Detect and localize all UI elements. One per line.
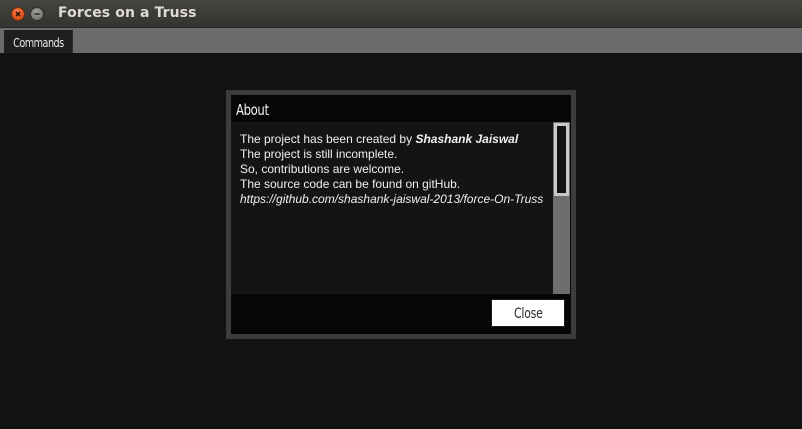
- close-button[interactable]: Close: [491, 299, 565, 327]
- close-icon: [15, 11, 21, 17]
- author-name: Shashank Jaiswal: [415, 132, 519, 146]
- github-link[interactable]: https://github.com/shashank-jaiswal-2013…: [240, 192, 543, 207]
- about-dialog-panel: About The project has been created by Sh…: [231, 95, 571, 334]
- about-line-author: The project has been created by Shashank…: [240, 132, 543, 147]
- about-line: The project is still incomplete.: [240, 147, 398, 161]
- window-minimize-button[interactable]: [30, 7, 44, 21]
- about-line: So, contributions are welcome.: [240, 162, 405, 176]
- minimize-icon: [34, 13, 40, 15]
- vertical-scrollbar[interactable]: [553, 122, 570, 294]
- menu-commands[interactable]: Commands: [4, 30, 73, 53]
- about-text: The project has been created by Shashank…: [240, 132, 543, 207]
- window-close-button[interactable]: [11, 7, 25, 21]
- dialog-footer: Close: [231, 294, 571, 334]
- menu-bar: Commands: [0, 28, 802, 53]
- dialog-text-area[interactable]: The project has been created by Shashank…: [231, 122, 553, 294]
- author-prefix: The project has been created by: [240, 132, 416, 146]
- window-title: Forces on a Truss: [58, 5, 197, 21]
- dialog-title: About: [236, 101, 269, 119]
- scrollbar-thumb[interactable]: [554, 123, 569, 196]
- close-button-label: Close: [513, 306, 543, 322]
- window-titlebar: Forces on a Truss: [0, 0, 802, 28]
- about-line: The source code can be found on gitHub.: [240, 177, 461, 191]
- about-dialog: About The project has been created by Sh…: [226, 90, 576, 339]
